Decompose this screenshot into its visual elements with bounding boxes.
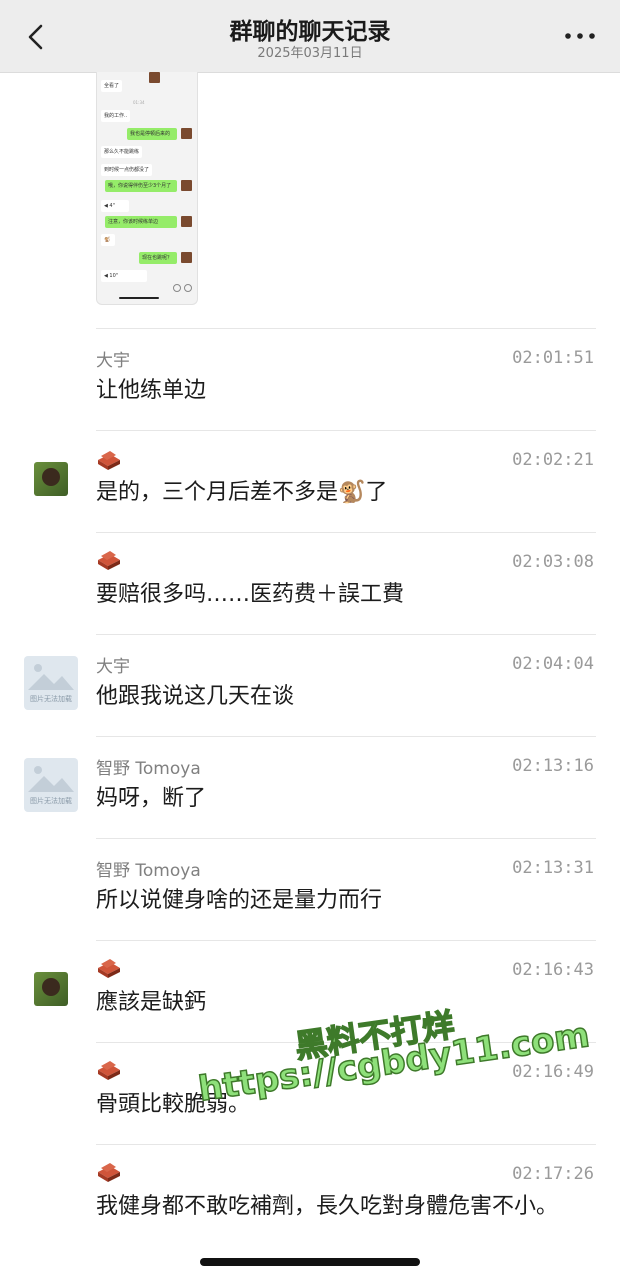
thumb-line: 现在也跳呢？ [139, 252, 177, 264]
divider [96, 1144, 596, 1145]
message-time: 02:16:49 [512, 1062, 594, 1082]
divider [96, 838, 596, 839]
message-time: 02:13:31 [512, 858, 594, 878]
message-text[interactable]: 所以说健身啥的还是量力而行 [96, 882, 580, 920]
divider [96, 634, 596, 635]
message-text[interactable]: 让他练单边 [96, 372, 580, 410]
message-time: 02:13:16 [512, 756, 594, 776]
divider [96, 328, 596, 329]
message-text-part: 是的，三个月后差不多是 [96, 480, 339, 505]
sender-name: 智野 Tomoya [96, 861, 201, 881]
thumb-line: 到时候一点伤都没了 [101, 164, 153, 176]
thumb-voice: ◀ 4" [101, 200, 129, 212]
message-text[interactable]: 要赔很多吗……医药费＋誤工費 [96, 576, 580, 614]
page-title: 群聊的聊天记录 [229, 19, 391, 45]
thumb-line: 那么久不能跳练 [101, 146, 143, 158]
image-placeholder-icon [28, 664, 74, 690]
image-message-thumbnail[interactable]: 全看了 01:34 我的工作.. 我也是停顿后来的 那么久不能跳练 到时候一点伤… [96, 72, 198, 305]
message-time: 02:01:51 [512, 348, 594, 368]
sender-name: 智野 Tomoya [96, 759, 201, 779]
message-text-part: 了 [365, 480, 388, 505]
thumb-line: 我的工作.. [101, 110, 131, 122]
thumb-voice: ◀ 10" [101, 270, 147, 282]
thumb-avatar [181, 216, 192, 227]
message-time: 02:16:43 [512, 960, 594, 980]
thumb-line: 全看了 [101, 80, 123, 92]
thumb-emoji: 🐒 [101, 234, 115, 246]
sender-name: 大宇 [96, 351, 130, 371]
home-indicator [200, 1258, 420, 1266]
thumb-line: 我也是停顿后来的 [127, 128, 177, 140]
thumb-home-bar [119, 297, 159, 299]
thumb-avatar [149, 72, 160, 83]
message-text[interactable]: 我健身都不敢吃補劑，長久吃對身體危害不小。 [96, 1188, 570, 1226]
avatar-caption: 图片无法加载 [30, 695, 72, 703]
brick-icon [98, 1061, 120, 1080]
message-text[interactable]: 妈呀，断了 [96, 780, 580, 818]
nav-header: 群聊的聊天记录 2025年03月11日 [0, 0, 620, 73]
divider [96, 940, 596, 941]
page-date: 2025年03月11日 [257, 46, 363, 61]
brick-icon [98, 451, 120, 470]
image-placeholder-icon [28, 766, 74, 792]
message-time: 02:02:21 [512, 450, 594, 470]
brick-icon [98, 1163, 120, 1182]
thumb-timestamp: 01:34 [133, 100, 145, 105]
thumb-smile-icon [173, 284, 181, 292]
thumb-plus-icon [184, 284, 192, 292]
message-time: 02:17:26 [512, 1164, 594, 1184]
avatar-caption: 图片无法加载 [30, 797, 72, 805]
sender-name: 大宇 [96, 657, 130, 677]
message-time: 02:04:04 [512, 654, 594, 674]
message-text[interactable]: 他跟我说这几天在谈 [96, 678, 580, 716]
avatar[interactable]: 图片无法加载 [24, 656, 78, 710]
thumb-line: 注意，你该时候练单边 [105, 216, 177, 228]
brick-icon [98, 551, 120, 570]
brick-icon [98, 959, 120, 978]
divider [96, 736, 596, 737]
thumb-avatar [181, 252, 192, 263]
message-text[interactable]: 骨頭比較脆弱。 [96, 1086, 580, 1124]
thumb-avatar [181, 180, 192, 191]
avatar[interactable] [34, 462, 68, 496]
divider [96, 430, 596, 431]
avatar[interactable]: 图片无法加载 [24, 758, 78, 812]
divider [96, 532, 596, 533]
more-dots-icon[interactable] [564, 26, 596, 46]
monkey-avatar-figure [42, 468, 60, 486]
thumb-line: 哦，你说得伴伤至少3个月了 [105, 180, 177, 192]
message-time: 02:03:08 [512, 552, 594, 572]
message-text[interactable]: 是的，三个月后差不多是🐒了 [96, 474, 580, 512]
avatar[interactable] [34, 972, 68, 1006]
monkey-emoji-icon: 🐒 [338, 480, 366, 505]
monkey-avatar-figure [42, 978, 60, 996]
thumb-avatar [181, 128, 192, 139]
